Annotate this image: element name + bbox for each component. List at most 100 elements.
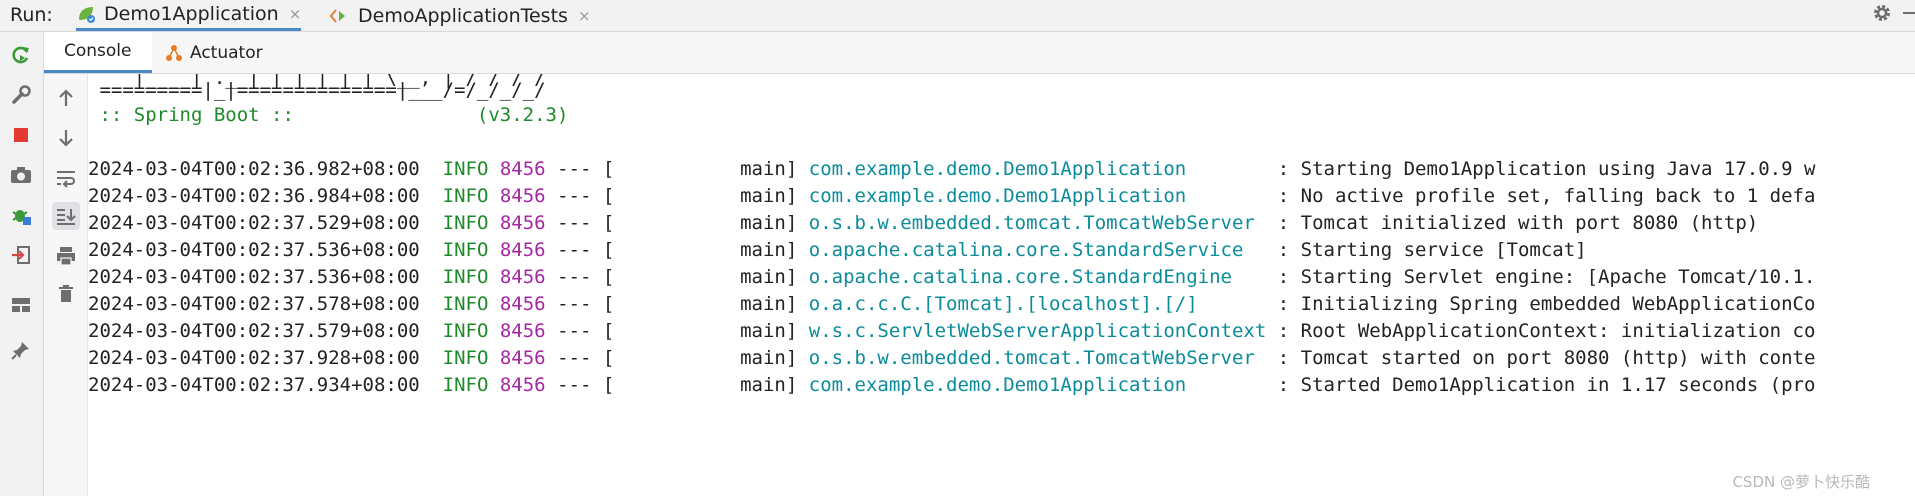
arrow-up-icon[interactable] bbox=[52, 84, 80, 112]
log-level: INFO bbox=[442, 293, 489, 315]
log-message: : Starting Demo1Application using Java 1… bbox=[1277, 158, 1816, 180]
watermark: CSDN @萝卜快乐酷 bbox=[1732, 473, 1870, 491]
soft-wrap-icon[interactable] bbox=[52, 164, 80, 192]
log-pid: 8456 bbox=[499, 347, 546, 369]
log-level: INFO bbox=[442, 347, 489, 369]
log-thread: main] bbox=[614, 293, 798, 315]
log-separator: --- [ bbox=[557, 266, 615, 288]
toolbar-right bbox=[1871, 2, 1915, 28]
log-logger: o.a.c.c.C.[Tomcat].[localhost].[/] bbox=[808, 293, 1267, 315]
spring-boot-icon bbox=[76, 5, 96, 23]
log-logger: com.example.demo.Demo1Application bbox=[808, 185, 1267, 207]
run-label: Run: bbox=[10, 4, 53, 26]
log-message: : Initializing Spring embedded WebApplic… bbox=[1277, 293, 1816, 315]
tab-demoapplicationtests[interactable]: DemoApplicationTests × bbox=[329, 0, 591, 31]
wrench-icon[interactable] bbox=[8, 82, 34, 108]
log-separator: --- [ bbox=[557, 293, 615, 315]
log-pid: 8456 bbox=[499, 320, 546, 342]
log-pid: 8456 bbox=[499, 212, 546, 234]
log-logger: com.example.demo.Demo1Application bbox=[808, 158, 1267, 180]
log-pid: 8456 bbox=[499, 239, 546, 261]
log-line: 2024-03-04T00:02:37.934+08:00 INFO 8456 … bbox=[88, 369, 1815, 402]
log-level: INFO bbox=[442, 158, 489, 180]
minimize-icon[interactable] bbox=[1903, 2, 1915, 28]
run-toolbar: Run: Demo1Application × DemoApplicationT… bbox=[0, 0, 1915, 32]
log-level: INFO bbox=[442, 374, 489, 396]
stop-icon[interactable] bbox=[8, 122, 34, 148]
log-timestamp: 2024-03-04T00:02:37.529+08:00 bbox=[88, 212, 420, 234]
console-output[interactable]: |____| .__|_| |_|_| |_\__, | / / / / ===… bbox=[88, 74, 1915, 496]
log-separator: --- [ bbox=[557, 347, 615, 369]
log-timestamp: 2024-03-04T00:02:37.578+08:00 bbox=[88, 293, 420, 315]
log-level: INFO bbox=[442, 185, 489, 207]
close-icon[interactable]: × bbox=[578, 7, 591, 25]
tab-label: Demo1Application bbox=[104, 3, 279, 25]
tab-label: DemoApplicationTests bbox=[358, 4, 568, 27]
log-logger: o.apache.catalina.core.StandardEngine bbox=[808, 266, 1267, 288]
log-separator: --- [ bbox=[557, 185, 615, 207]
log-timestamp: 2024-03-04T00:02:37.928+08:00 bbox=[88, 347, 420, 369]
tab-label: Actuator bbox=[190, 42, 263, 63]
log-timestamp: 2024-03-04T00:02:37.934+08:00 bbox=[88, 374, 420, 396]
log-timestamp: 2024-03-04T00:02:37.536+08:00 bbox=[88, 239, 420, 261]
tab-actuator[interactable]: Actuator bbox=[164, 32, 263, 73]
log-logger: com.example.demo.Demo1Application bbox=[808, 374, 1267, 396]
log-pid: 8456 bbox=[499, 158, 546, 180]
tab-demo1application[interactable]: Demo1Application × bbox=[76, 0, 302, 31]
pin-icon[interactable] bbox=[8, 337, 34, 363]
log-level: INFO bbox=[442, 239, 489, 261]
camera-icon[interactable] bbox=[8, 162, 34, 188]
log-thread: main] bbox=[614, 239, 798, 261]
log-thread: main] bbox=[614, 347, 798, 369]
log-message: : Tomcat initialized with port 8080 (htt… bbox=[1277, 212, 1759, 234]
log-separator: --- [ bbox=[557, 158, 615, 180]
log-logger: o.s.b.w.embedded.tomcat.TomcatWebServer bbox=[808, 347, 1267, 369]
log-logger: w.s.c.ServletWebServerApplicationContext bbox=[808, 320, 1267, 342]
layout-icon[interactable] bbox=[8, 292, 34, 318]
log-timestamp: 2024-03-04T00:02:36.984+08:00 bbox=[88, 185, 420, 207]
log-thread: main] bbox=[614, 158, 798, 180]
actuator-icon bbox=[164, 43, 184, 63]
log-separator: --- [ bbox=[557, 374, 615, 396]
log-pid: 8456 bbox=[499, 374, 546, 396]
log-message: : Starting Servlet engine: [Apache Tomca… bbox=[1277, 266, 1816, 288]
print-icon[interactable] bbox=[52, 242, 80, 270]
banner-line: :: Spring Boot :: (v3.2.3) bbox=[88, 104, 569, 126]
rerun-icon[interactable] bbox=[8, 42, 34, 68]
arrow-down-icon[interactable] bbox=[52, 124, 80, 152]
login-icon[interactable] bbox=[8, 242, 34, 268]
log-message: : Started Demo1Application in 1.17 secon… bbox=[1277, 374, 1816, 396]
tab-console[interactable]: Console bbox=[44, 32, 152, 73]
run-sidebar bbox=[0, 32, 44, 496]
log-message: : Starting service [Tomcat] bbox=[1277, 239, 1587, 261]
log-message: : Tomcat started on port 8080 (http) wit… bbox=[1277, 347, 1816, 369]
tab-label: Console bbox=[64, 41, 132, 61]
log-logger: o.s.b.w.embedded.tomcat.TomcatWebServer bbox=[808, 212, 1267, 234]
log-separator: --- [ bbox=[557, 239, 615, 261]
log-logger: o.apache.catalina.core.StandardService bbox=[808, 239, 1267, 261]
log-level: INFO bbox=[442, 266, 489, 288]
log-timestamp: 2024-03-04T00:02:37.579+08:00 bbox=[88, 320, 420, 342]
console-tab-bar: Console Actuator bbox=[44, 32, 1915, 74]
log-level: INFO bbox=[442, 320, 489, 342]
test-run-icon bbox=[329, 7, 350, 25]
log-message: : Root WebApplicationContext: initializa… bbox=[1277, 320, 1816, 342]
log-separator: --- [ bbox=[557, 320, 615, 342]
log-level: INFO bbox=[442, 212, 489, 234]
console-toolbar bbox=[44, 74, 88, 496]
log-thread: main] bbox=[614, 266, 798, 288]
scroll-to-end-icon[interactable] bbox=[52, 202, 80, 230]
gear-icon[interactable] bbox=[1871, 2, 1893, 28]
log-separator: --- [ bbox=[557, 212, 615, 234]
log-thread: main] bbox=[614, 320, 798, 342]
log-thread: main] bbox=[614, 212, 798, 234]
close-icon[interactable]: × bbox=[289, 5, 302, 23]
log-thread: main] bbox=[614, 185, 798, 207]
debug-icon[interactable] bbox=[8, 202, 34, 228]
log-thread: main] bbox=[614, 374, 798, 396]
trash-icon[interactable] bbox=[52, 280, 80, 308]
log-pid: 8456 bbox=[499, 185, 546, 207]
log-timestamp: 2024-03-04T00:02:36.982+08:00 bbox=[88, 158, 420, 180]
log-timestamp: 2024-03-04T00:02:37.536+08:00 bbox=[88, 266, 420, 288]
log-pid: 8456 bbox=[499, 266, 546, 288]
